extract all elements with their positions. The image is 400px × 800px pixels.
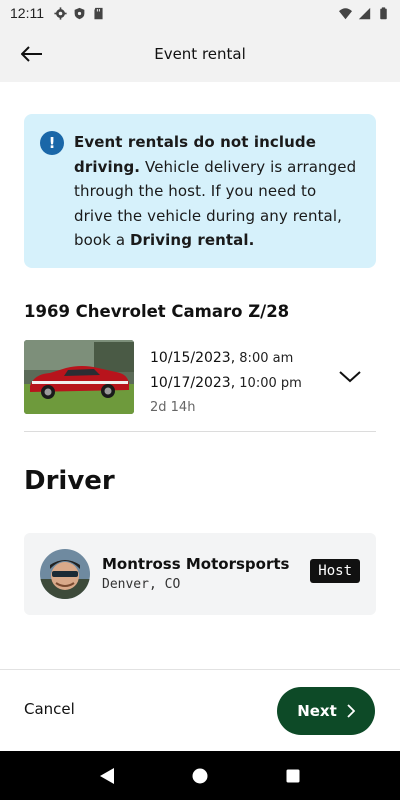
trip-end: 10/17/2023, 10:00 pm — [150, 371, 302, 396]
driver-heading: Driver — [24, 466, 115, 496]
home-circle-icon — [192, 768, 208, 783]
next-button-label: Next — [297, 702, 337, 720]
avatar — [40, 549, 90, 599]
driver-location: Denver, CO — [102, 577, 181, 592]
trip-start: 10/15/2023, 8:00 am — [150, 346, 302, 371]
trip-start-time: 8:00 am — [235, 351, 294, 366]
info-banner: ! Event rentals do not include driving. … — [24, 114, 376, 268]
trip-end-date: 10/17/2023, — [150, 375, 236, 391]
battery-icon — [380, 6, 387, 19]
driver-name: Montross Motorsports — [102, 555, 290, 573]
arrow-left-icon — [21, 46, 42, 62]
status-time: 12:11 — [10, 5, 44, 21]
shield-icon — [74, 7, 85, 19]
vehicle-photo — [24, 340, 134, 414]
expand-trip-button[interactable] — [338, 368, 362, 386]
status-icons-right — [339, 6, 390, 20]
back-triangle-icon — [99, 767, 114, 784]
recents-square-icon — [286, 769, 300, 782]
nav-home-button[interactable] — [190, 766, 210, 786]
chevron-down-icon — [339, 371, 361, 383]
info-bold-tail: Driving rental — [130, 231, 249, 249]
signal-icon — [358, 7, 371, 19]
status-icons-left — [54, 6, 105, 20]
trip-end-time: 10:00 pm — [235, 376, 302, 391]
host-badge: Host — [310, 559, 360, 583]
back-button[interactable] — [14, 40, 50, 68]
footer-divider — [0, 669, 400, 670]
app-bar: Event rental — [0, 26, 400, 82]
cancel-button[interactable]: Cancel — [24, 700, 75, 718]
exclamation-icon: ! — [40, 131, 64, 155]
info-text: Event rentals do not include driving. Ve… — [74, 130, 358, 253]
wifi-icon — [339, 7, 352, 19]
nav-back-button[interactable] — [97, 766, 117, 786]
status-bar: 12:11 — [0, 0, 400, 26]
chevron-right-icon — [347, 704, 355, 718]
vehicle-title: 1969 Chevrolet Camaro Z/28 — [24, 302, 290, 321]
page-title: Event rental — [154, 45, 246, 63]
gear-icon — [54, 6, 67, 20]
vehicle-trip-row[interactable]: 10/15/2023, 8:00 am 10/17/2023, 10:00 pm… — [24, 340, 376, 416]
next-button[interactable]: Next — [277, 687, 375, 735]
trip-dates: 10/15/2023, 8:00 am 10/17/2023, 10:00 pm… — [150, 346, 302, 420]
trip-duration: 2d 14h — [150, 400, 196, 415]
sd-card-icon — [94, 7, 103, 19]
nav-recents-button[interactable] — [283, 766, 303, 786]
system-nav-bar — [0, 751, 400, 800]
driver-card: Montross Motorsports Denver, CO Host — [24, 533, 376, 615]
trip-start-date: 10/15/2023, — [150, 350, 236, 366]
divider — [24, 431, 376, 432]
info-end: . — [248, 231, 255, 249]
